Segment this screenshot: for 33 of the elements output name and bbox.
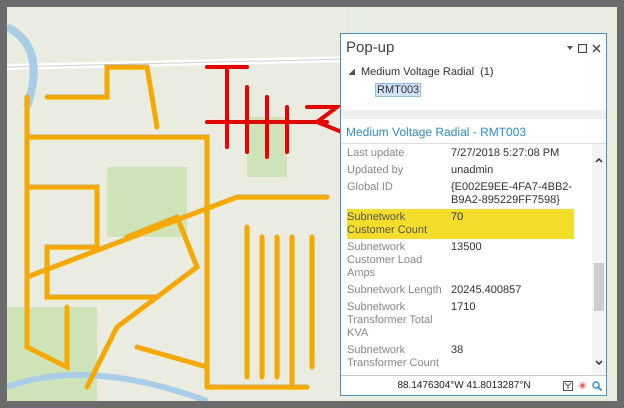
field-name: Updated by [347, 164, 404, 177]
maximize-icon[interactable] [578, 44, 587, 52]
close-icon[interactable] [592, 44, 601, 52]
filter-icon[interactable] [563, 380, 573, 390]
field-value: 7/27/2018 5:27:08 PM [451, 147, 560, 160]
field-name: Last update [347, 147, 406, 160]
tree-item[interactable]: RMT003 [375, 82, 422, 96]
scroll-up-icon[interactable] [595, 158, 603, 163]
scrollbar-thumb[interactable] [594, 263, 604, 311]
field-value: 70 [451, 211, 464, 225]
field-value: 38 [451, 344, 464, 358]
field-name: Subnetwork Length [347, 284, 443, 297]
field-value: 1710 [451, 301, 476, 315]
panel-title: Pop-up [346, 38, 396, 58]
pin-icon[interactable] [578, 381, 587, 390]
coordinates-text: 88.1476304°W 41.8013287°N [396, 379, 532, 393]
tree-item[interactable]: Medium Voltage Radial [361, 64, 474, 80]
field-name: Global ID [347, 181, 394, 195]
feature-title: Medium Voltage Radial - RMT003 [345, 124, 528, 141]
item-count: (1) [480, 65, 494, 80]
field-name: Subnetwork Transformer Count [347, 344, 440, 370]
field-name: Subnetwork Customer Count [347, 211, 428, 237]
dropdown-icon[interactable] [567, 46, 573, 50]
field-name: Subnetwork Customer Load Amps [347, 241, 424, 280]
field-name: Subnetwork Transformer Total KVA [347, 301, 434, 340]
search-icon[interactable] [592, 380, 602, 390]
field-value: {E002E9EE-4FA7-4BB2-B9A2-895229FF7598} [451, 181, 574, 207]
field-value: 13500 [451, 241, 483, 255]
scrollbar[interactable] [592, 144, 606, 375]
scroll-down-icon[interactable] [595, 360, 603, 365]
expand-toggle-icon[interactable] [349, 69, 355, 76]
field-value: unadmin [451, 164, 494, 177]
field-value: 20245.400857 [451, 284, 522, 297]
